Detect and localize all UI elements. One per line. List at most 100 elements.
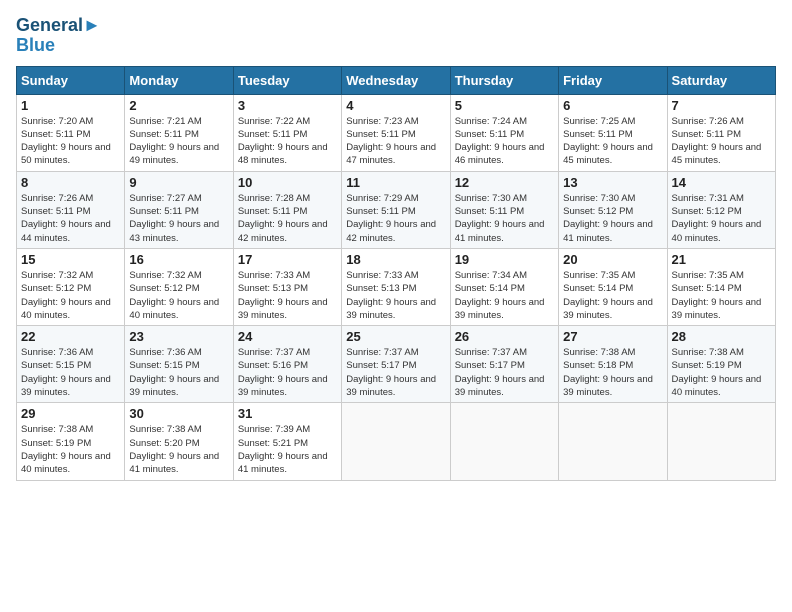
day-number: 30 xyxy=(129,406,228,421)
day-info: Sunrise: 7:38 AMSunset: 5:18 PMDaylight:… xyxy=(563,346,662,399)
calendar-cell xyxy=(450,403,558,480)
calendar-cell: 4 Sunrise: 7:23 AMSunset: 5:11 PMDaylight… xyxy=(342,94,450,171)
day-number: 24 xyxy=(238,329,337,344)
day-of-week-tuesday: Tuesday xyxy=(233,66,341,94)
day-number: 18 xyxy=(346,252,445,267)
calendar-cell: 31 Sunrise: 7:39 AMSunset: 5:21 PMDayligh… xyxy=(233,403,341,480)
day-info: Sunrise: 7:35 AMSunset: 5:14 PMDaylight:… xyxy=(672,269,771,322)
day-number: 12 xyxy=(455,175,554,190)
calendar-cell: 1 Sunrise: 7:20 AMSunset: 5:11 PMDaylight… xyxy=(17,94,125,171)
calendar-cell: 17 Sunrise: 7:33 AMSunset: 5:13 PMDayligh… xyxy=(233,248,341,325)
calendar-cell: 14Sunrise: 7:31 AMSunset: 5:12 PMDayligh… xyxy=(667,171,775,248)
day-number: 17 xyxy=(238,252,337,267)
day-info: Sunrise: 7:24 AMSunset: 5:11 PMDaylight:… xyxy=(455,115,554,168)
calendar-cell: 6 Sunrise: 7:25 AMSunset: 5:11 PMDaylight… xyxy=(559,94,667,171)
day-info: Sunrise: 7:21 AMSunset: 5:11 PMDaylight:… xyxy=(129,115,228,168)
day-number: 26 xyxy=(455,329,554,344)
day-info: Sunrise: 7:29 AMSunset: 5:11 PMDaylight:… xyxy=(346,192,445,245)
calendar-cell: 24 Sunrise: 7:37 AMSunset: 5:16 PMDayligh… xyxy=(233,326,341,403)
calendar-table: SundayMondayTuesdayWednesdayThursdayFrid… xyxy=(16,66,776,481)
day-info: Sunrise: 7:36 AMSunset: 5:15 PMDaylight:… xyxy=(21,346,120,399)
calendar-cell: 13 Sunrise: 7:30 AMSunset: 5:12 PMDayligh… xyxy=(559,171,667,248)
day-of-week-wednesday: Wednesday xyxy=(342,66,450,94)
calendar-cell: 30 Sunrise: 7:38 AMSunset: 5:20 PMDayligh… xyxy=(125,403,233,480)
calendar-cell xyxy=(559,403,667,480)
day-number: 25 xyxy=(346,329,445,344)
calendar-cell: 22 Sunrise: 7:36 AMSunset: 5:15 PMDayligh… xyxy=(17,326,125,403)
day-info: Sunrise: 7:38 AMSunset: 5:19 PMDaylight:… xyxy=(21,423,120,476)
day-number: 5 xyxy=(455,98,554,113)
day-info: Sunrise: 7:23 AMSunset: 5:11 PMDaylight:… xyxy=(346,115,445,168)
day-info: Sunrise: 7:31 AMSunset: 5:12 PMDaylight:… xyxy=(672,192,771,245)
day-number: 4 xyxy=(346,98,445,113)
day-info: Sunrise: 7:26 AMSunset: 5:11 PMDaylight:… xyxy=(672,115,771,168)
day-number: 21 xyxy=(672,252,771,267)
calendar-cell: 26 Sunrise: 7:37 AMSunset: 5:17 PMDayligh… xyxy=(450,326,558,403)
calendar-cell: 19 Sunrise: 7:34 AMSunset: 5:14 PMDayligh… xyxy=(450,248,558,325)
day-info: Sunrise: 7:37 AMSunset: 5:17 PMDaylight:… xyxy=(346,346,445,399)
logo-text: General►Blue xyxy=(16,16,101,56)
calendar-cell: 29 Sunrise: 7:38 AMSunset: 5:19 PMDayligh… xyxy=(17,403,125,480)
day-number: 16 xyxy=(129,252,228,267)
day-number: 28 xyxy=(672,329,771,344)
calendar-cell: 16 Sunrise: 7:32 AMSunset: 5:12 PMDayligh… xyxy=(125,248,233,325)
day-info: Sunrise: 7:28 AMSunset: 5:11 PMDaylight:… xyxy=(238,192,337,245)
day-info: Sunrise: 7:25 AMSunset: 5:11 PMDaylight:… xyxy=(563,115,662,168)
calendar-cell xyxy=(667,403,775,480)
day-info: Sunrise: 7:39 AMSunset: 5:21 PMDaylight:… xyxy=(238,423,337,476)
day-info: Sunrise: 7:27 AMSunset: 5:11 PMDaylight:… xyxy=(129,192,228,245)
day-info: Sunrise: 7:38 AMSunset: 5:19 PMDaylight:… xyxy=(672,346,771,399)
day-number: 23 xyxy=(129,329,228,344)
day-info: Sunrise: 7:37 AMSunset: 5:16 PMDaylight:… xyxy=(238,346,337,399)
day-info: Sunrise: 7:26 AMSunset: 5:11 PMDaylight:… xyxy=(21,192,120,245)
logo: General►Blue xyxy=(16,16,101,56)
calendar-cell: 15 Sunrise: 7:32 AMSunset: 5:12 PMDayligh… xyxy=(17,248,125,325)
day-number: 7 xyxy=(672,98,771,113)
day-info: Sunrise: 7:35 AMSunset: 5:14 PMDaylight:… xyxy=(563,269,662,322)
calendar-cell: 23 Sunrise: 7:36 AMSunset: 5:15 PMDayligh… xyxy=(125,326,233,403)
day-info: Sunrise: 7:38 AMSunset: 5:20 PMDaylight:… xyxy=(129,423,228,476)
day-number: 6 xyxy=(563,98,662,113)
calendar-cell: 7 Sunrise: 7:26 AMSunset: 5:11 PMDaylight… xyxy=(667,94,775,171)
calendar-cell: 25 Sunrise: 7:37 AMSunset: 5:17 PMDayligh… xyxy=(342,326,450,403)
day-number: 3 xyxy=(238,98,337,113)
day-number: 8 xyxy=(21,175,120,190)
calendar-cell: 28 Sunrise: 7:38 AMSunset: 5:19 PMDayligh… xyxy=(667,326,775,403)
day-number: 10 xyxy=(238,175,337,190)
day-number: 13 xyxy=(563,175,662,190)
day-number: 15 xyxy=(21,252,120,267)
day-of-week-sunday: Sunday xyxy=(17,66,125,94)
day-number: 22 xyxy=(21,329,120,344)
day-number: 20 xyxy=(563,252,662,267)
calendar-cell xyxy=(342,403,450,480)
calendar-cell: 8 Sunrise: 7:26 AMSunset: 5:11 PMDaylight… xyxy=(17,171,125,248)
day-number: 19 xyxy=(455,252,554,267)
day-info: Sunrise: 7:33 AMSunset: 5:13 PMDaylight:… xyxy=(346,269,445,322)
day-info: Sunrise: 7:32 AMSunset: 5:12 PMDaylight:… xyxy=(129,269,228,322)
calendar-cell: 27 Sunrise: 7:38 AMSunset: 5:18 PMDayligh… xyxy=(559,326,667,403)
day-of-week-thursday: Thursday xyxy=(450,66,558,94)
day-of-week-saturday: Saturday xyxy=(667,66,775,94)
day-info: Sunrise: 7:30 AMSunset: 5:11 PMDaylight:… xyxy=(455,192,554,245)
day-number: 31 xyxy=(238,406,337,421)
day-info: Sunrise: 7:33 AMSunset: 5:13 PMDaylight:… xyxy=(238,269,337,322)
day-info: Sunrise: 7:34 AMSunset: 5:14 PMDaylight:… xyxy=(455,269,554,322)
day-info: Sunrise: 7:20 AMSunset: 5:11 PMDaylight:… xyxy=(21,115,120,168)
day-of-week-friday: Friday xyxy=(559,66,667,94)
calendar-cell: 21 Sunrise: 7:35 AMSunset: 5:14 PMDayligh… xyxy=(667,248,775,325)
day-number: 2 xyxy=(129,98,228,113)
day-info: Sunrise: 7:30 AMSunset: 5:12 PMDaylight:… xyxy=(563,192,662,245)
day-number: 1 xyxy=(21,98,120,113)
calendar-cell: 3 Sunrise: 7:22 AMSunset: 5:11 PMDaylight… xyxy=(233,94,341,171)
day-number: 9 xyxy=(129,175,228,190)
day-info: Sunrise: 7:37 AMSunset: 5:17 PMDaylight:… xyxy=(455,346,554,399)
day-info: Sunrise: 7:36 AMSunset: 5:15 PMDaylight:… xyxy=(129,346,228,399)
calendar-cell: 12 Sunrise: 7:30 AMSunset: 5:11 PMDayligh… xyxy=(450,171,558,248)
calendar-cell: 18 Sunrise: 7:33 AMSunset: 5:13 PMDayligh… xyxy=(342,248,450,325)
day-number: 29 xyxy=(21,406,120,421)
day-info: Sunrise: 7:32 AMSunset: 5:12 PMDaylight:… xyxy=(21,269,120,322)
calendar-cell: 10 Sunrise: 7:28 AMSunset: 5:11 PMDayligh… xyxy=(233,171,341,248)
day-number: 27 xyxy=(563,329,662,344)
calendar-cell: 2 Sunrise: 7:21 AMSunset: 5:11 PMDaylight… xyxy=(125,94,233,171)
day-info: Sunrise: 7:22 AMSunset: 5:11 PMDaylight:… xyxy=(238,115,337,168)
